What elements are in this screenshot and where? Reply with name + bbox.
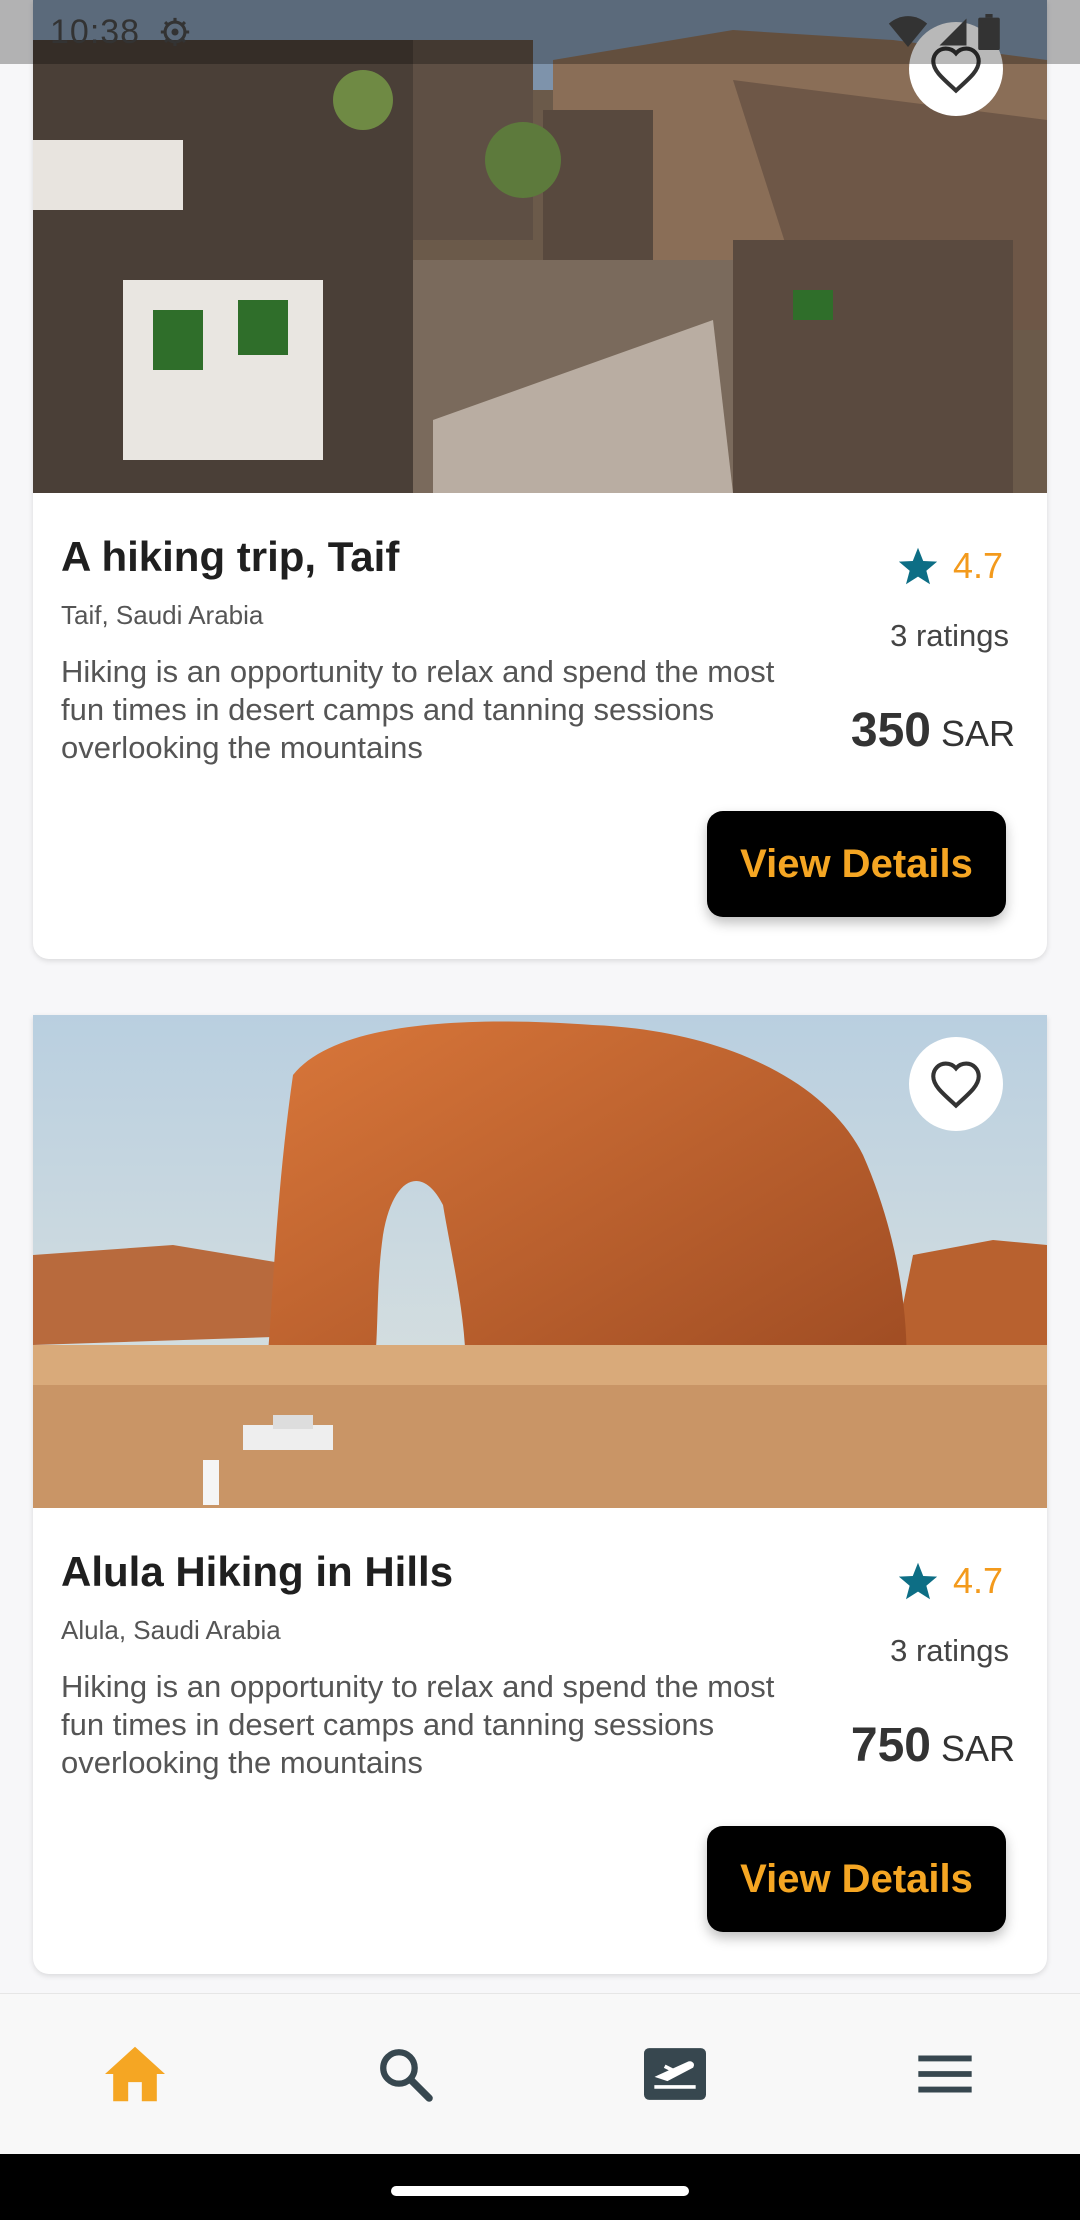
price-amount: 350 (850, 704, 931, 757)
rating: 4.7 (897, 1560, 1003, 1602)
heart-outline-icon (931, 1061, 981, 1109)
trip-location: Alula, Saudi Arabia (61, 1615, 281, 1645)
trip-info: A hiking trip, Taif Taif, Saudi Arabia H… (33, 493, 1047, 959)
status-bar: 10:38 (0, 0, 1080, 64)
menu-icon (918, 2055, 972, 2093)
home-icon (105, 2046, 165, 2102)
trip-description: Hiking is an opportunity to relax and sp… (61, 654, 775, 765)
ratings-count: 3 ratings (890, 618, 1009, 653)
status-time: 10:38 (50, 12, 141, 51)
nav-menu[interactable] (885, 2014, 1005, 2134)
trip-image-taif[interactable] (33, 0, 1047, 493)
trip-card[interactable]: A hiking trip, Taif Taif, Saudi Arabia H… (33, 0, 1047, 959)
rating-value: 4.7 (952, 1560, 1003, 1601)
trip-title: A hiking trip, Taif (61, 533, 400, 580)
search-icon (380, 2049, 433, 2102)
settings-icon (160, 17, 190, 47)
nav-home[interactable] (75, 2014, 195, 2134)
signal-icon (939, 18, 967, 46)
nav-search[interactable] (345, 2014, 465, 2134)
trip-card[interactable]: Alula Hiking in Hills Alula, Saudi Arabi… (33, 1015, 1047, 1974)
screen: A hiking trip, Taif Taif, Saudi Arabia H… (0, 0, 1080, 2220)
price-currency: SAR (940, 713, 1015, 754)
rating: 4.7 (897, 545, 1003, 587)
status-icons (888, 14, 1000, 50)
battery-icon (978, 14, 1000, 50)
price-amount: 750 (850, 1719, 931, 1772)
star-icon (898, 1562, 938, 1600)
ratings-count: 3 ratings (890, 1633, 1009, 1668)
nav-bookings[interactable] (615, 2014, 735, 2134)
trip-price: 750 SAR (851, 1718, 1015, 1773)
elephant-rock-photo (33, 1015, 1047, 1508)
view-details-button[interactable]: View Details (707, 1826, 1006, 1932)
trip-info: Alula Hiking in Hills Alula, Saudi Arabi… (33, 1508, 1047, 1974)
wifi-icon (888, 16, 928, 47)
trip-image-alula[interactable] (33, 1015, 1047, 1508)
favorite-button[interactable] (909, 1037, 1003, 1131)
trip-location: Taif, Saudi Arabia (61, 600, 264, 630)
price-currency: SAR (940, 1728, 1015, 1769)
bottom-navigation (0, 1993, 1080, 2154)
trip-price: 350 SAR (851, 703, 1015, 758)
rating-value: 4.7 (952, 545, 1003, 586)
trip-title: Alula Hiking in Hills (61, 1548, 454, 1595)
ticket-icon (644, 2048, 706, 2100)
home-gesture-handle[interactable] (391, 2186, 689, 2196)
view-details-button[interactable]: View Details (707, 811, 1006, 917)
trip-description: Hiking is an opportunity to relax and sp… (61, 1669, 775, 1780)
star-icon (898, 547, 938, 585)
village-photo (33, 0, 1047, 493)
